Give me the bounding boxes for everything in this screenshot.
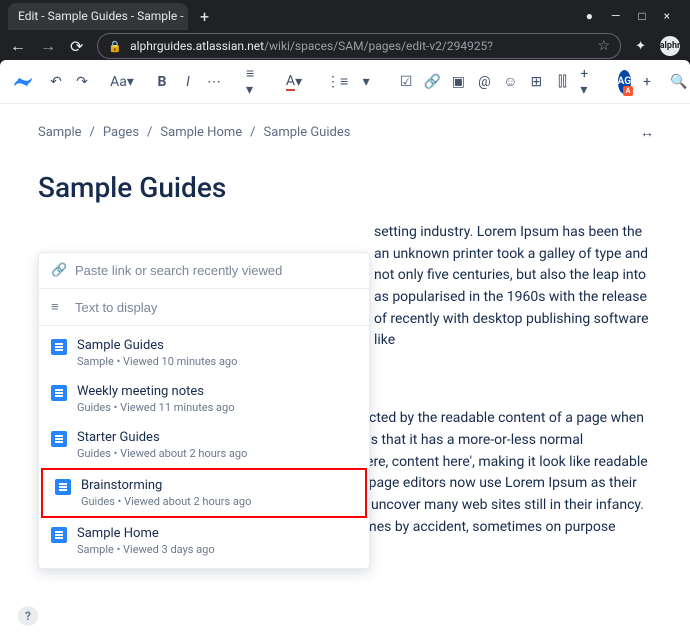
insert-dropdown[interactable]: + ▾: [576, 67, 601, 97]
link-button[interactable]: 🔗: [420, 67, 444, 97]
list-item-title: Sample Guides: [77, 338, 357, 353]
bullet-list-button[interactable]: ⋮≡: [322, 67, 352, 97]
page-icon: [55, 479, 71, 495]
list-item[interactable]: Sample Home Sample • Viewed 3 days ago: [39, 518, 369, 564]
new-tab-button[interactable]: +: [192, 7, 217, 26]
link-text-input[interactable]: [75, 300, 357, 315]
undo-button[interactable]: ↶: [44, 67, 68, 97]
list-dropdown[interactable]: ▾: [354, 67, 378, 97]
confluence-logo-icon[interactable]: [12, 70, 34, 94]
recent-pages-list: Sample Guides Sample • Viewed 10 minutes…: [39, 326, 369, 568]
maximize-icon[interactable]: □: [638, 9, 645, 23]
address-bar[interactable]: 🔒 alphrguides.atlassian.net/wiki/spaces/…: [97, 33, 621, 59]
link-search-panel: 🔗 ≡ Sample Guides Sample • Viewed 10 min…: [38, 252, 370, 569]
layout-button[interactable]: ⫿⫿: [550, 67, 574, 97]
tab-title: Edit - Sample Guides - Sample -: [18, 9, 184, 23]
table-button[interactable]: ⊞: [524, 67, 548, 97]
breadcrumb: Sample / Pages / Sample Home / Sample Gu…: [38, 124, 652, 141]
breadcrumb-item[interactable]: Pages: [103, 125, 139, 140]
link-icon: 🔗: [51, 263, 65, 278]
page-icon: [51, 527, 67, 543]
list-item-meta: Guides • Viewed about 2 hours ago: [81, 495, 353, 508]
lock-icon: 🔒: [108, 40, 122, 53]
emoji-button[interactable]: ☺: [498, 67, 522, 97]
link-url-input[interactable]: [75, 263, 357, 278]
list-item[interactable]: Sample Guides Sample • Viewed 10 minutes…: [39, 330, 369, 376]
extensions-icon[interactable]: ✦: [635, 39, 646, 54]
redo-button[interactable]: ↷: [70, 67, 94, 97]
page-title[interactable]: Sample Guides: [38, 171, 652, 204]
list-item-meta: Guides • Viewed 11 minutes ago: [77, 401, 357, 414]
list-item[interactable]: Starter Guides Guides • Viewed about 2 h…: [39, 422, 369, 468]
text-style-dropdown[interactable]: Aa ▾: [110, 67, 134, 97]
italic-button[interactable]: I: [176, 67, 200, 97]
search-icon[interactable]: 🔍: [667, 67, 690, 97]
bold-button[interactable]: B: [150, 67, 174, 97]
page-icon: [51, 339, 67, 355]
color-dot-icon: ●: [586, 9, 593, 23]
breadcrumb-item[interactable]: Sample Guides: [264, 125, 351, 140]
page-icon: [51, 431, 67, 447]
page-icon: [51, 385, 67, 401]
text-icon: ≡: [51, 299, 65, 315]
breadcrumb-item[interactable]: Sample Home: [160, 125, 242, 140]
more-formatting-button[interactable]: ⋯: [202, 67, 226, 97]
user-avatar[interactable]: AG A: [618, 70, 631, 94]
list-item[interactable]: Brainstorming Guides • Viewed about 2 ho…: [41, 468, 367, 518]
text-color-dropdown[interactable]: A ▾: [282, 67, 306, 97]
url-text: alphrguides.atlassian.net/wiki/spaces/SA…: [130, 39, 493, 53]
minimize-icon[interactable]: —: [611, 9, 620, 23]
browser-tab[interactable]: Edit - Sample Guides - Sample - ×: [8, 3, 188, 30]
list-item-meta: Guides • Viewed about 2 hours ago: [77, 447, 357, 460]
help-button[interactable]: ?: [18, 606, 38, 626]
bookmark-icon[interactable]: ☆: [598, 38, 611, 54]
back-button[interactable]: ←: [10, 36, 26, 56]
forward-button: →: [40, 36, 56, 56]
invite-button[interactable]: +: [635, 67, 659, 97]
list-item-title: Starter Guides: [77, 430, 357, 445]
alignment-dropdown[interactable]: ≡ ▾: [242, 67, 266, 97]
list-item-title: Brainstorming: [81, 478, 353, 493]
list-item-title: Sample Home: [77, 526, 357, 541]
action-item-button[interactable]: ☑: [394, 67, 418, 97]
list-item-meta: Sample • Viewed 10 minutes ago: [77, 355, 357, 368]
image-button[interactable]: ▣: [446, 67, 470, 97]
list-item-meta: Sample • Viewed 3 days ago: [77, 543, 357, 556]
breadcrumb-item[interactable]: Sample: [38, 125, 82, 140]
list-item-title: Weekly meeting notes: [77, 384, 357, 399]
mention-button[interactable]: @: [472, 67, 496, 97]
editor-toolbar: ↶ ↷ Aa ▾ B I ⋯ ≡ ▾ A ▾ ⋮≡ ▾ ☑ 🔗 ▣ @ ☺ ⊞ …: [0, 60, 690, 104]
close-window-icon[interactable]: ×: [664, 9, 670, 23]
profile-avatar[interactable]: alphr: [660, 36, 680, 56]
avatar-badge: A: [623, 86, 633, 96]
reload-button[interactable]: ⟳: [70, 37, 83, 56]
expand-width-icon[interactable]: ↔: [640, 124, 652, 141]
list-item[interactable]: Weekly meeting notes Guides • Viewed 11 …: [39, 376, 369, 422]
